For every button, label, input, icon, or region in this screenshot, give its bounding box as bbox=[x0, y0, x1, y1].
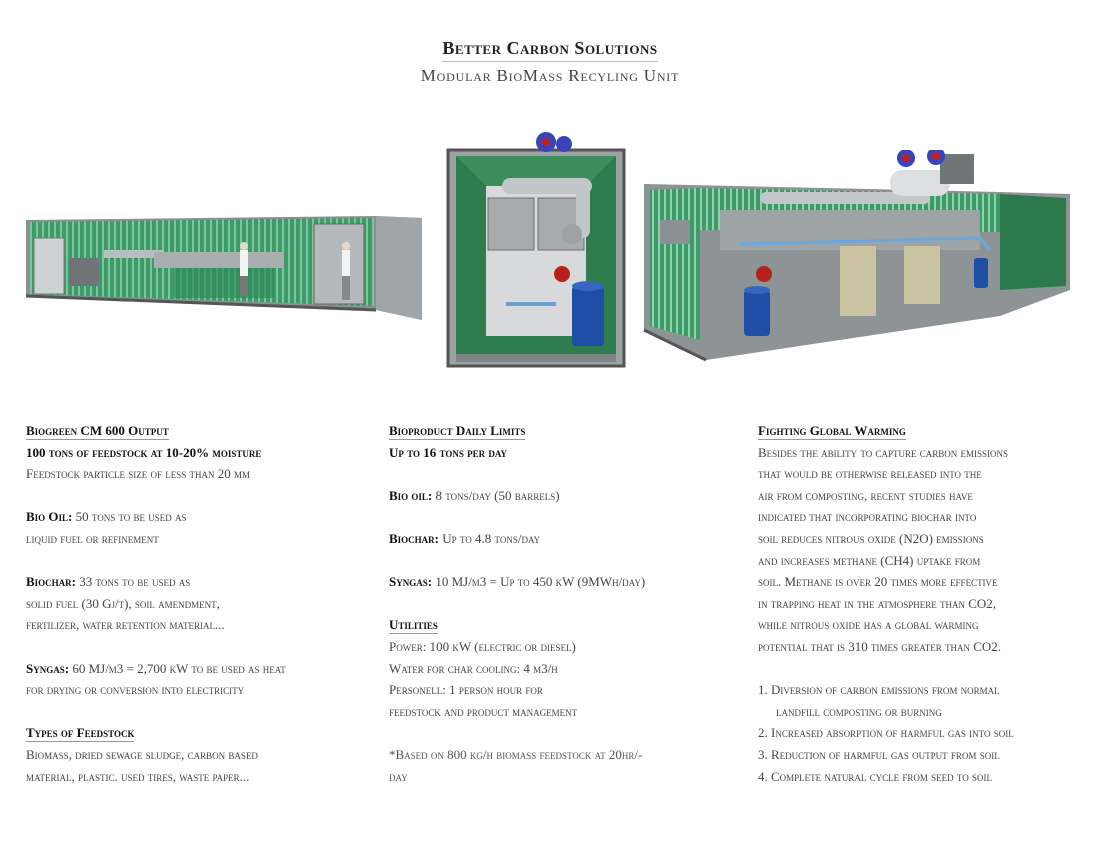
feedstock-types-heading: Types of Feedstock bbox=[26, 725, 135, 743]
syngas-text-2: for drying or conversion into electricit… bbox=[26, 682, 245, 698]
list-item-continuation: landfill composting or burning bbox=[776, 703, 942, 719]
bio-oil-label: Bio oil: bbox=[389, 487, 433, 503]
feedstock-types-text-1: Biomass, dried sewage sludge, carbon bas… bbox=[26, 746, 258, 762]
daily-limits-column: Bioproduct Daily Limits Up to 16 tons pe… bbox=[389, 420, 739, 787]
personell-text-2: feedstock and product management bbox=[389, 703, 578, 719]
syngas-label: Syngas: bbox=[389, 574, 433, 590]
para-line: potential that is 310 times greater than… bbox=[758, 638, 1002, 654]
footnote-1: *Based on 800 kg/h biomass feedstock at … bbox=[389, 746, 643, 762]
global-warming-heading: Fighting Global Warming bbox=[758, 423, 906, 440]
biochar-text-3: fertilizer, water retention material... bbox=[26, 617, 225, 633]
bio-oil-text: 50 tons to be used as bbox=[75, 509, 187, 525]
para-line: soil reduces nitrous oxide (N2O) emissio… bbox=[758, 530, 984, 546]
output-column: Biogreen CM 600 Output 100 tons of feeds… bbox=[26, 420, 366, 787]
list-item: 1. Diversion of carbon emissions from no… bbox=[758, 682, 1000, 698]
utilities-heading: Utilities bbox=[389, 617, 438, 635]
syngas-text: 60 MJ/m3 = 2,700 kW to be used as heat bbox=[72, 660, 286, 676]
global-warming-column: Fighting Global Warming Besides the abil… bbox=[758, 420, 1088, 787]
para-line: and increases methane (CH4) uptake from bbox=[758, 552, 981, 568]
para-line: while nitrous oxide has a global warming bbox=[758, 617, 979, 633]
bio-oil-text-2: liquid fuel or refinement bbox=[26, 530, 159, 546]
syngas-limit-text: 10 MJ/m3 = Up to 450 kW (9MWh/day) bbox=[435, 574, 646, 590]
list-item: 3. Reduction of harmful gas output from … bbox=[758, 746, 1000, 762]
page-title: Better Carbon Solutions bbox=[0, 38, 1100, 62]
bio-oil-output-line: Bio Oil: 50 tons to be used as bbox=[26, 506, 366, 528]
feedstock-types-text-2: material, plastic. used tires, waste pap… bbox=[26, 768, 250, 784]
para-line: soil. Methane is over 20 times more effe… bbox=[758, 574, 998, 590]
syngas-output-line: Syngas: 60 MJ/m3 = 2,700 kW to be used a… bbox=[26, 658, 366, 680]
container-end-view-render bbox=[446, 132, 626, 368]
biochar-text-2: solid fuel (30 Gj/t), soil amendment, bbox=[26, 595, 220, 611]
footnote-2: day bbox=[389, 768, 408, 784]
bio-oil-limit-line: Bio oil: 8 tons/day (50 barrels) bbox=[389, 485, 739, 507]
biochar-text: 33 tons to be used as bbox=[79, 574, 191, 590]
container-cutaway-render bbox=[643, 150, 1070, 362]
biochar-label: Biochar: bbox=[389, 530, 440, 546]
biochar-output-line: Biochar: 33 tons to be used as bbox=[26, 571, 366, 593]
power-text: Power: 100 kW (electric or diesel) bbox=[389, 638, 576, 654]
para-line: indicated that incorporating biochar int… bbox=[758, 509, 977, 525]
bio-oil-limit-text: 8 tons/day (50 barrels) bbox=[435, 487, 560, 503]
list-item: 4. Complete natural cycle from seed to s… bbox=[758, 768, 993, 784]
biochar-limit-text: Up to 4.8 tons/day bbox=[442, 530, 541, 546]
page-subtitle: Modular BioMass Recyling Unit bbox=[420, 66, 680, 85]
personell-text-1: Personell: 1 person hour for bbox=[389, 682, 543, 698]
para-line: air from composting, recent studies have bbox=[758, 487, 973, 503]
para-line: in trapping heat in the atmosphere than … bbox=[758, 595, 997, 611]
para-line: Besides the ability to capture carbon em… bbox=[758, 444, 1009, 460]
daily-limits-heading: Bioproduct Daily Limits bbox=[389, 423, 526, 440]
syngas-limit-line: Syngas: 10 MJ/m3 = Up to 450 kW (9MWh/da… bbox=[389, 571, 739, 593]
water-text: Water for char cooling: 4 m3/h bbox=[389, 660, 558, 676]
daily-limit-summary: Up to 16 tons per day bbox=[389, 444, 507, 460]
biochar-limit-line: Biochar: Up to 4.8 tons/day bbox=[389, 528, 739, 550]
container-exterior-render bbox=[25, 216, 422, 320]
list-item: 2. Increased absorption of harmful gas i… bbox=[758, 725, 1014, 741]
syngas-label: Syngas: bbox=[26, 660, 70, 676]
particle-size-text: Feedstock particle size of less than 20 … bbox=[26, 466, 250, 482]
output-heading: Biogreen CM 600 Output bbox=[26, 423, 169, 440]
para-line: that would be otherwise released into th… bbox=[758, 466, 982, 482]
output-summary: 100 tons of feedstock at 10-20% moisture bbox=[26, 444, 262, 460]
biochar-label: Biochar: bbox=[26, 574, 77, 590]
bio-oil-label: Bio Oil: bbox=[26, 509, 73, 525]
